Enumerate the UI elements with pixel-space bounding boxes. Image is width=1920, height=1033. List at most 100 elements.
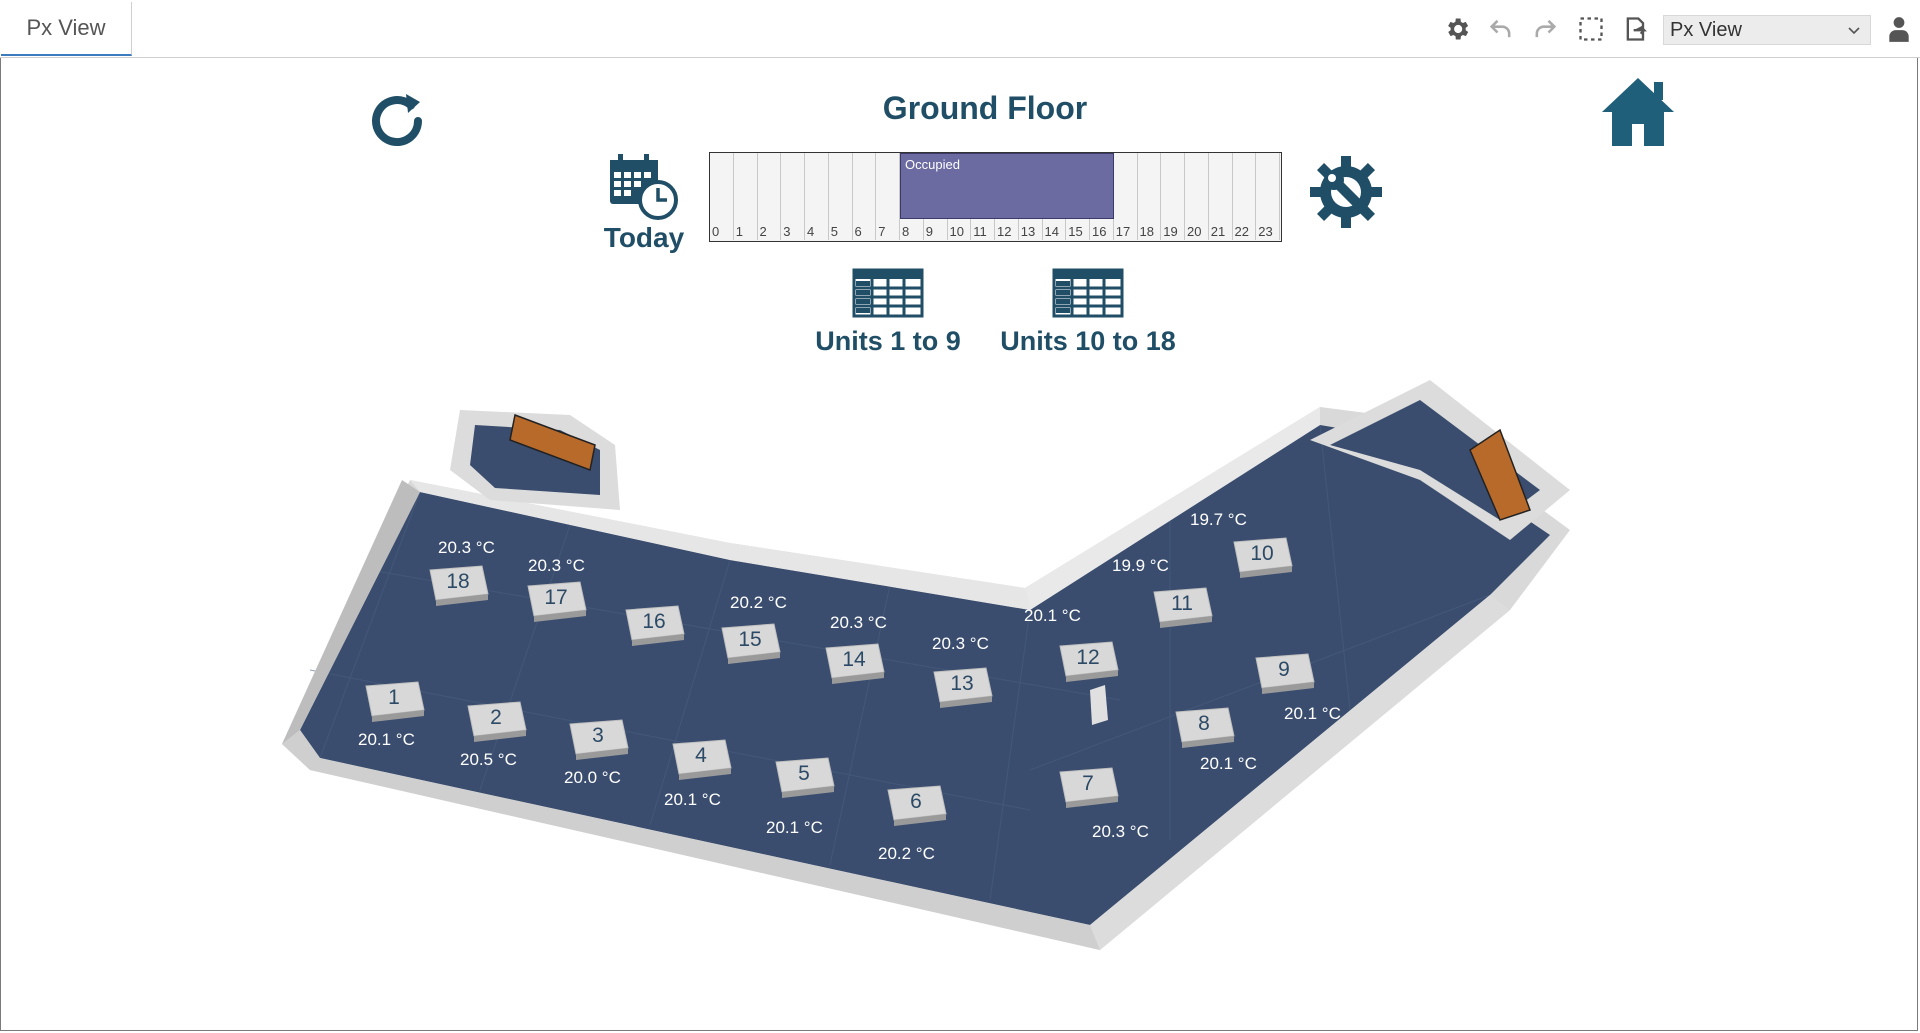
wrench-gear-icon[interactable] [1306,152,1390,236]
unit-temperature: 20.1 °C [1024,606,1081,625]
unit-temperature: 20.5 °C [460,750,517,769]
unit-13[interactable]: 13 [930,666,993,708]
unit-16[interactable]: 16 [622,604,685,646]
unit-temperature: 19.7 °C [1190,510,1247,529]
schedule-hour-label: 12 [997,224,1012,239]
schedule-hour-6[interactable]: 6 [853,153,877,240]
unit-11[interactable]: 11 [1150,586,1213,628]
unit-number: 11 [1171,592,1193,615]
unit-8[interactable]: 8 [1172,706,1235,748]
schedule-hour-label: 9 [925,224,933,239]
schedule-hour-2[interactable]: 2 [758,153,782,240]
undo-icon[interactable] [1486,14,1516,44]
selection-icon[interactable] [1576,14,1606,44]
schedule-hour-label: 11 [973,224,987,239]
redo-icon[interactable] [1530,14,1560,44]
occupied-label: Occupied [905,157,960,172]
tab-px-view[interactable]: Px View [1,2,132,56]
unit-17[interactable]: 17 [524,580,587,622]
unit-10[interactable]: 10 [1230,536,1293,578]
unit-temperature: 20.3 °C [528,556,585,575]
unit-temperature: 20.0 °C [564,768,621,787]
unit-number: 14 [842,648,866,671]
schedule-hour-7[interactable]: 7 [876,153,900,240]
schedule-hour-label: 8 [902,224,910,239]
unit-temperature: 20.1 °C [358,730,415,749]
unit-temperature: 20.3 °C [932,634,989,653]
unit-14[interactable]: 14 [822,642,885,684]
schedule-hour-18[interactable]: 18 [1138,153,1162,240]
schedule-hour-label: 0 [712,224,720,239]
unit-number: 5 [798,762,810,785]
occupied-block[interactable]: Occupied [900,153,1114,219]
schedule-hour-19[interactable]: 19 [1161,153,1185,240]
schedule-hour-4[interactable]: 4 [805,153,829,240]
schedule-hour-label: 21 [1210,224,1226,239]
unit-number: 9 [1278,658,1290,681]
unit-number: 10 [1250,542,1274,565]
schedule-hour-17[interactable]: 17 [1114,153,1138,240]
calendar-clock-icon[interactable] [604,150,684,226]
schedule-hour-label: 17 [1115,224,1131,239]
schedule-hour-label: 7 [878,224,886,239]
unit-2[interactable]: 2 [464,700,527,742]
unit-12[interactable]: 12 [1056,640,1119,682]
settings-icon[interactable] [1442,14,1472,44]
unit-temperature: 20.2 °C [730,593,787,612]
units-1-9-label[interactable]: Units 1 to 9 [808,326,968,357]
unit-number: 2 [490,706,502,729]
schedule-hour-label: 1 [735,224,743,239]
schedule-hour-label: 10 [949,224,964,239]
schedule-hour-label: 22 [1234,224,1249,239]
user-icon[interactable] [1884,14,1914,44]
unit-number: 6 [910,790,922,813]
unit-temperature: 20.3 °C [438,538,495,557]
unit-number: 1 [388,686,400,709]
units-10-18-table-icon[interactable] [1052,268,1124,318]
top-bar: Px View Px View [0,0,1920,58]
schedule-hour-23[interactable]: 23 [1256,153,1280,240]
view-select-value: Px View [1670,18,1742,41]
unit-temperature: 20.3 °C [830,613,887,632]
unit-temperature: 19.9 °C [1112,556,1169,575]
schedule-hour-20[interactable]: 20 [1185,153,1209,240]
schedule-hour-22[interactable]: 22 [1233,153,1257,240]
schedule-hour-21[interactable]: 21 [1209,153,1233,240]
unit-temperature: 20.3 °C [1092,822,1149,841]
schedule-hour-label: 16 [1092,224,1107,239]
home-icon[interactable] [1598,74,1678,150]
schedule-hour-label: 6 [854,224,862,239]
unit-number: 15 [738,628,762,651]
unit-temperature: 20.1 °C [766,818,823,837]
chevron-down-icon [1846,21,1862,44]
unit-7[interactable]: 7 [1056,766,1119,808]
schedule-hour-1[interactable]: 1 [734,153,758,240]
schedule-hour-label: 4 [807,224,815,239]
unit-temperature: 20.1 °C [1200,754,1257,773]
unit-number: 12 [1076,646,1100,669]
unit-temperature: 20.1 °C [1284,704,1341,723]
units-1-9-table-icon[interactable] [852,268,924,318]
unit-4[interactable]: 4 [669,738,732,780]
unit-18[interactable]: 18 [426,564,489,606]
export-icon[interactable] [1621,14,1651,44]
schedule-hour-label: 13 [1020,224,1036,239]
occupancy-schedule[interactable]: 0 1 2 3 4 5 6 7 8 9 10 11 12 13 14 15 16 17 18 19 20 21 22 23 Oc… [709,152,1282,242]
schedule-hour-label: 3 [783,224,791,239]
view-select[interactable]: Px View [1663,15,1871,45]
unit-6[interactable]: 6 [884,784,947,826]
unit-1[interactable]: 1 [362,680,425,722]
unit-9[interactable]: 9 [1252,652,1315,694]
schedule-hour-label: 18 [1139,224,1154,239]
schedule-hour-0[interactable]: 0 [710,153,734,240]
schedule-hour-3[interactable]: 3 [781,153,805,240]
unit-5[interactable]: 5 [772,756,835,798]
refresh-icon[interactable] [362,86,432,156]
unit-3[interactable]: 3 [566,718,629,760]
unit-number: 8 [1198,712,1210,735]
units-10-18-label[interactable]: Units 10 to 18 [990,326,1186,357]
page-title: Ground Floor [882,90,1088,126]
schedule-hour-label: 15 [1068,224,1083,239]
schedule-hour-5[interactable]: 5 [829,153,853,240]
unit-15[interactable]: 15 [718,622,781,664]
